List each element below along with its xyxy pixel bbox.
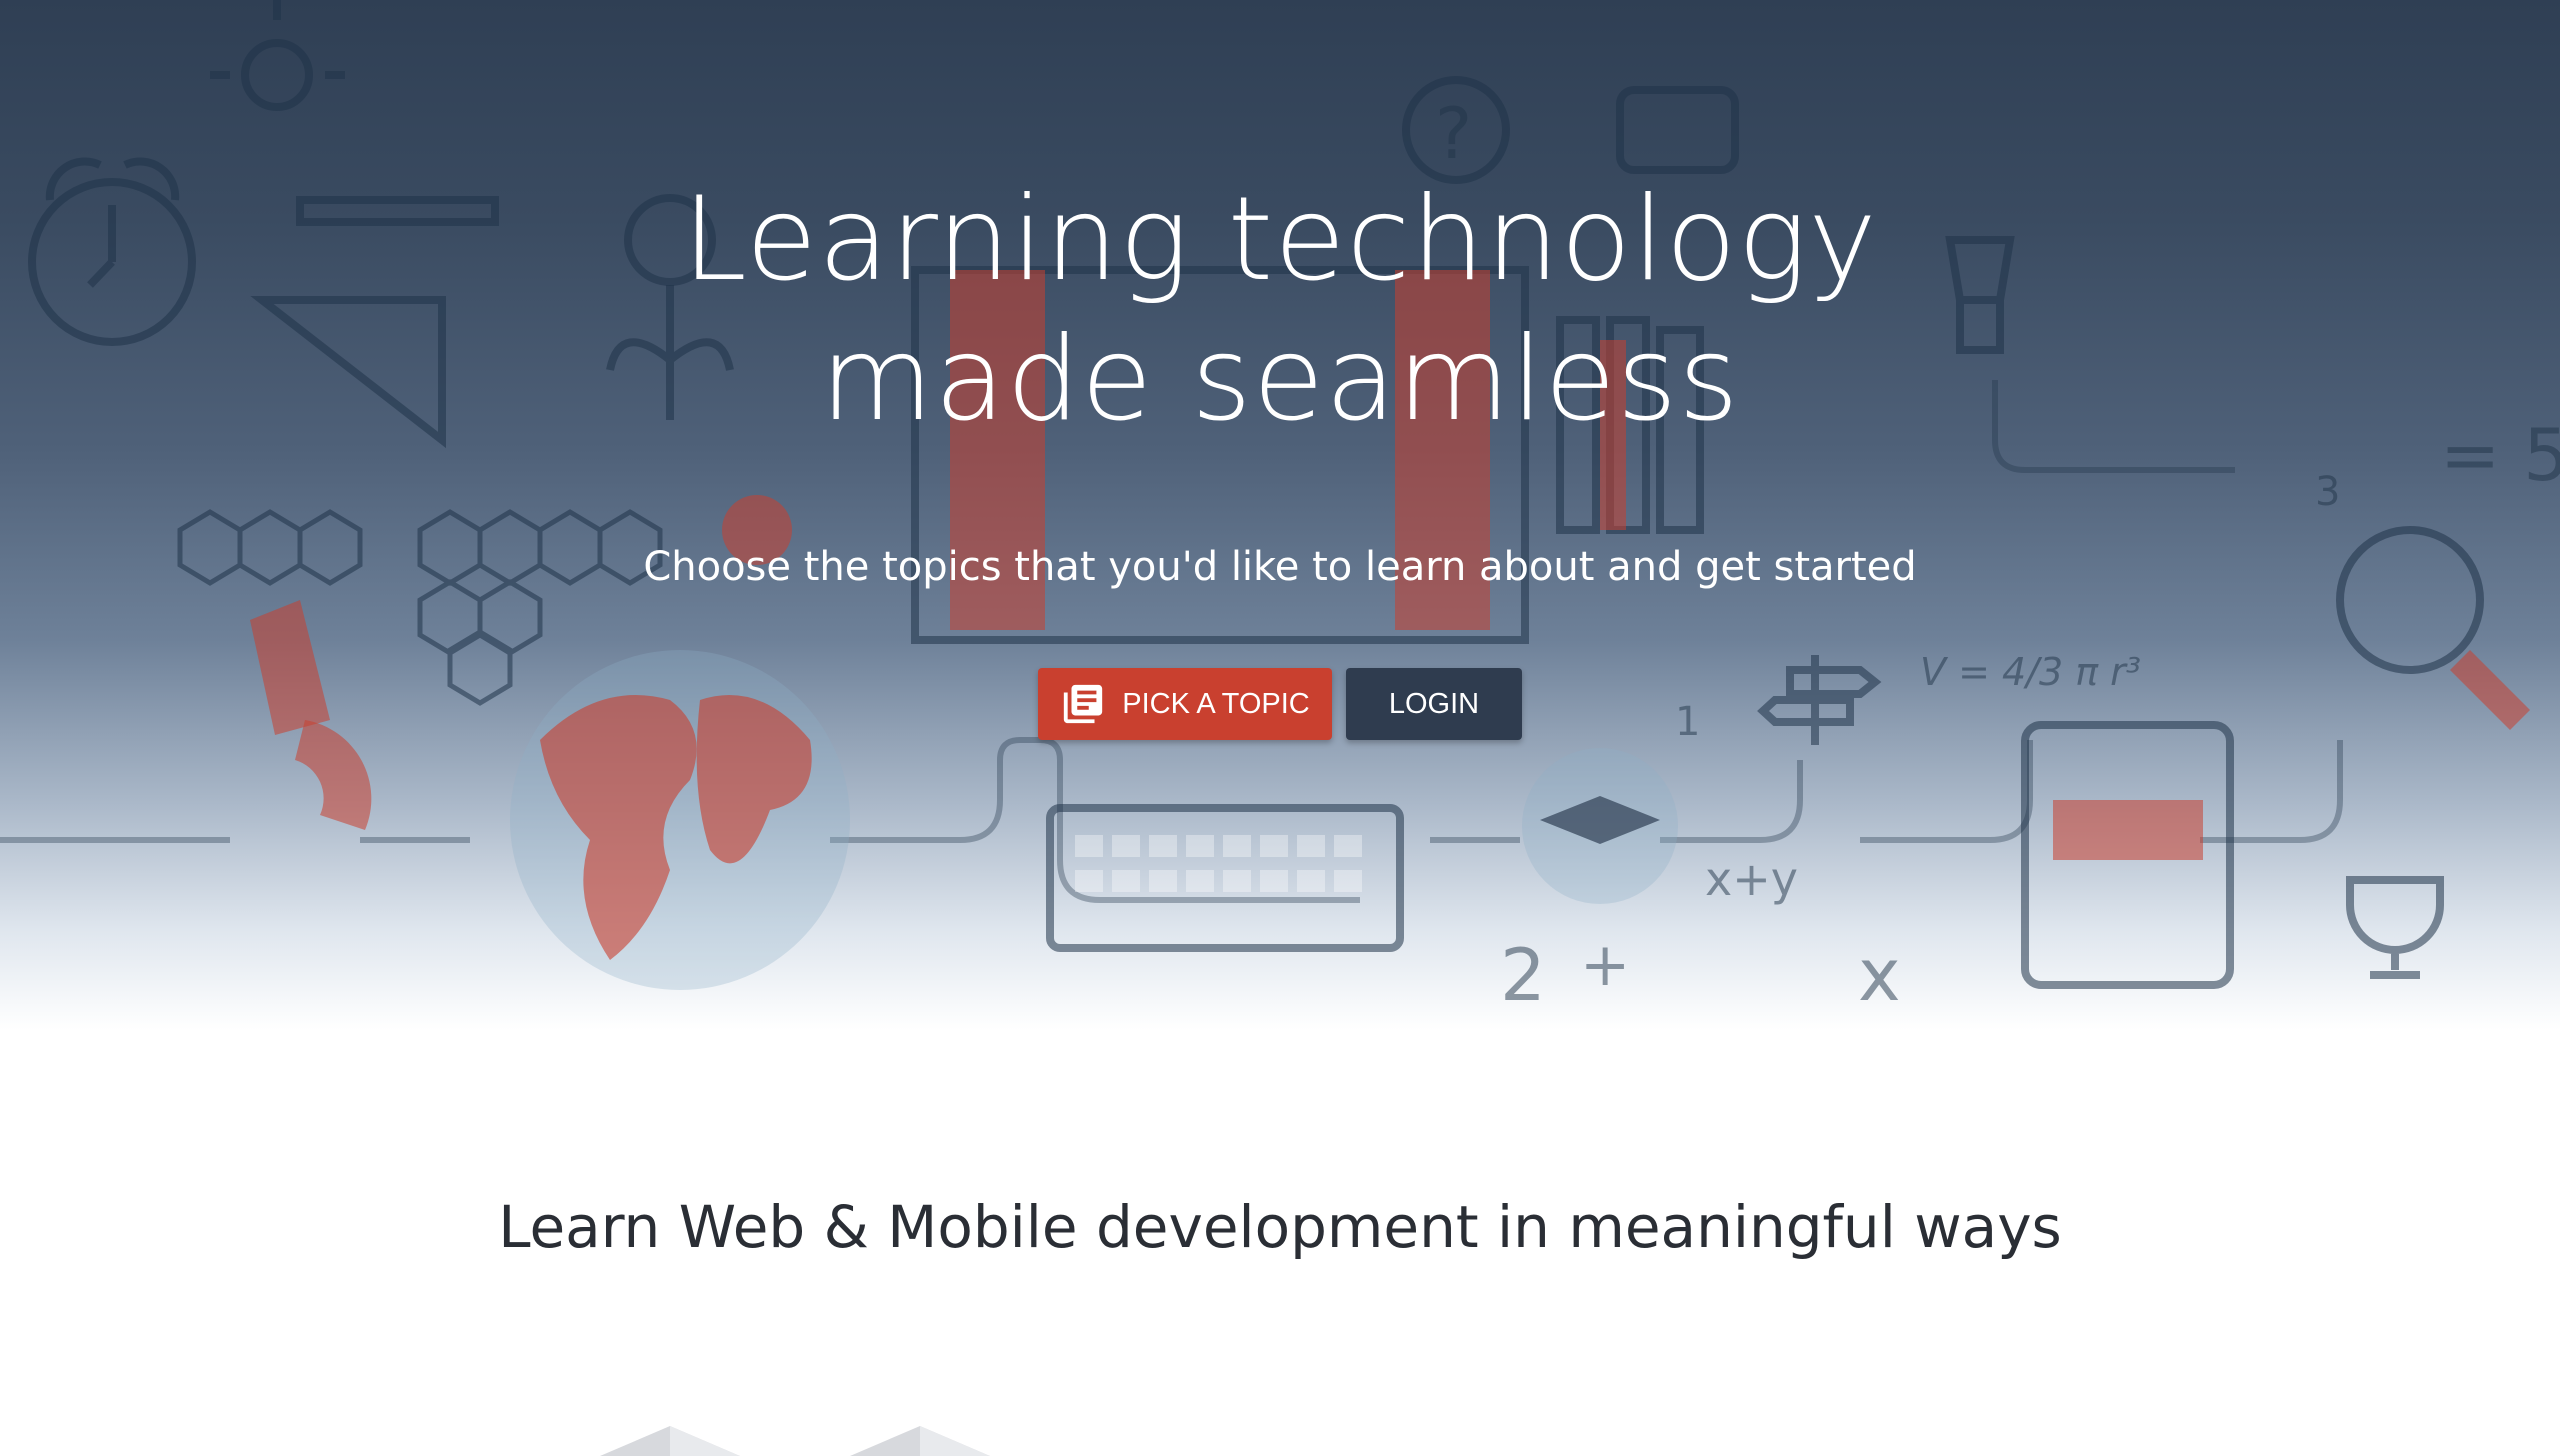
hero-background-illustration: V = 4/3 π r³ x+y 1 2 + 3 = 5 x ? [0, 0, 2560, 1017]
decor-question-mark: ? [1435, 93, 1472, 175]
login-label: LOGIN [1388, 687, 1480, 720]
pick-topic-button[interactable]: PICK A TOPIC [1038, 668, 1332, 740]
hero-actions: PICK A TOPIC LOGIN [0, 668, 2560, 740]
pick-topic-label: PICK A TOPIC [1122, 687, 1310, 720]
decor-x-label: x [1858, 933, 1901, 1017]
hero-title-line-1: Learning technology [682, 172, 1878, 307]
decor-number-three: 3 [2315, 469, 2340, 515]
hero-title-line-2: made seamless [820, 312, 1740, 447]
hero-subtitle: Choose the topics that you'd like to lea… [643, 544, 1917, 590]
library-books-icon [1064, 684, 1103, 724]
decor-number-two: 2 [1500, 933, 1546, 1017]
hero-title: Learning technology made seamless [0, 170, 2560, 450]
login-button[interactable]: LOGIN [1346, 668, 1522, 740]
hero-section: V = 4/3 π r³ x+y 1 2 + 3 = 5 x ? Learnin… [0, 0, 2560, 1030]
decor-plus: + [1580, 930, 1630, 1000]
feature-illustration-peek [600, 1426, 990, 1456]
section-title: Learn Web & Mobile development in meanin… [498, 1193, 2062, 1261]
decor-sum-label: x+y [1705, 852, 1798, 906]
